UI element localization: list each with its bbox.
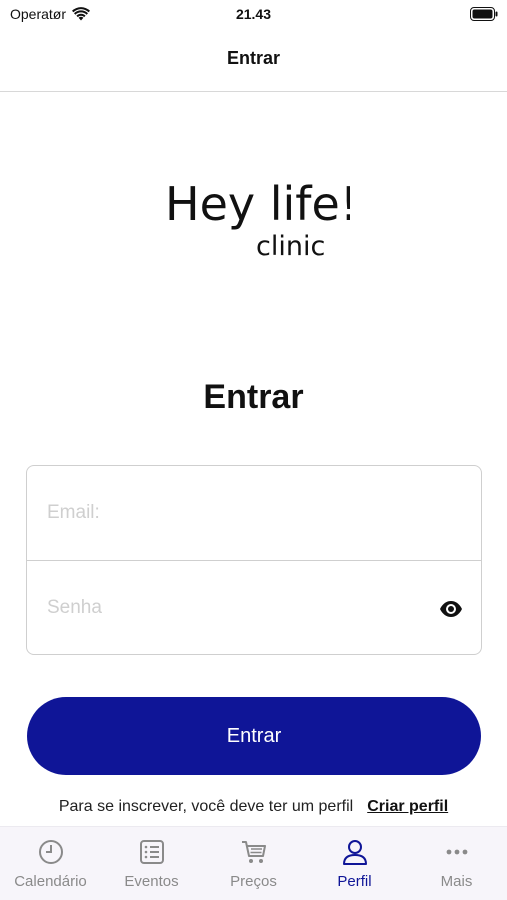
navigation-bar: Entrar [0, 30, 507, 92]
status-bar: Operatør 21.43 [0, 0, 507, 30]
list-icon [140, 840, 164, 864]
more-dots-icon [446, 849, 468, 855]
create-profile-link[interactable]: Criar perfil [367, 798, 448, 815]
password-field-container [27, 561, 481, 656]
logo-line-2: clinic [256, 231, 325, 262]
tab-label: Eventos [124, 873, 179, 890]
login-form [26, 465, 482, 655]
tab-events[interactable]: Eventos [101, 827, 202, 900]
tab-label: Mais [440, 873, 473, 890]
tab-label: Perfil [337, 873, 372, 890]
page-title: Entrar [226, 48, 280, 68]
clock-icon [39, 840, 63, 864]
eye-icon[interactable] [439, 597, 463, 621]
cart-icon [242, 841, 266, 863]
tab-bar: Calendário Eventos Preços Perfil Mais [0, 826, 507, 900]
tab-label: Preços [230, 873, 277, 890]
person-icon [343, 840, 367, 865]
email-field[interactable] [47, 496, 427, 530]
tab-prices[interactable]: Preços [203, 827, 304, 900]
password-field[interactable] [47, 591, 427, 625]
tab-more[interactable]: Mais [406, 827, 507, 900]
login-button[interactable]: Entrar [27, 697, 481, 775]
login-heading: Entrar [203, 378, 304, 416]
logo-line-1: Hey life! [165, 177, 350, 231]
battery-icon [470, 7, 498, 21]
tab-label: Calendário [14, 873, 87, 890]
status-time: 21.43 [235, 6, 272, 22]
heylife-clinic-logo: Hey life! clinic [165, 177, 350, 262]
signup-prompt: Para se inscrever, você deve ter um perf… [0, 798, 507, 816]
tab-profile[interactable]: Perfil [304, 827, 405, 900]
signup-text: Para se inscrever, você deve ter um perf… [58, 798, 354, 815]
email-field-container [27, 466, 481, 561]
tab-calendar[interactable]: Calendário [0, 827, 101, 900]
